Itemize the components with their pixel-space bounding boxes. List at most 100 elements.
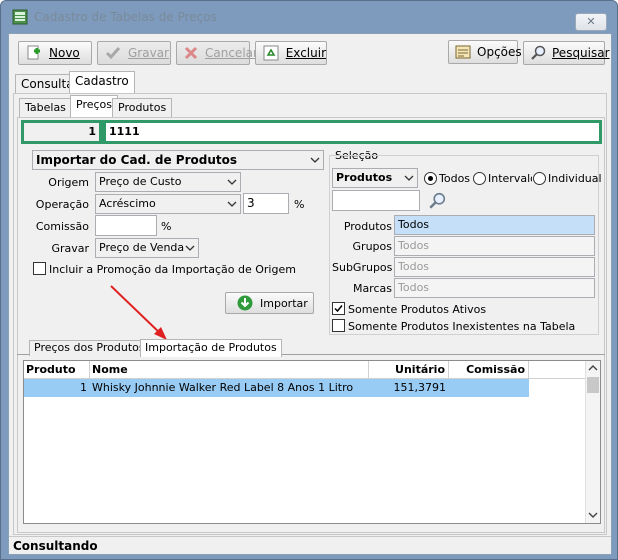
- cell-unitario: 151,3791: [393, 381, 447, 394]
- pesquisar-label: Pesquisar: [552, 46, 610, 60]
- radio-todos-label: Todos: [439, 172, 471, 185]
- header-name: 1111: [106, 123, 599, 141]
- tab-tabelas[interactable]: Tabelas: [19, 98, 72, 118]
- origem-value: Preço de Custo: [99, 175, 182, 188]
- gravar-field-label: Gravar: [51, 242, 89, 255]
- chevron-down-icon[interactable]: [588, 511, 598, 519]
- window-title: Cadastro de Tabelas de Preços: [34, 10, 217, 24]
- somente-inexistentes-checkbox[interactable]: [332, 319, 345, 332]
- gravar-label: Gravar: [128, 46, 169, 60]
- products-grid: Produto Nome Unitário Comissão 1 Whisky …: [23, 360, 601, 524]
- novo-label: Novo: [49, 46, 80, 60]
- tab-cadastro[interactable]: Cadastro: [69, 71, 135, 93]
- marcas-field[interactable]: Todos: [394, 278, 595, 298]
- subgrupos-label: SubGrupos: [332, 261, 393, 274]
- incluir-checkbox[interactable]: [33, 262, 46, 275]
- pesquisar-button[interactable]: Pesquisar: [523, 41, 610, 65]
- download-icon: [236, 294, 254, 312]
- selecao-search-input[interactable]: [332, 190, 420, 211]
- cell-produto: 1: [80, 381, 87, 394]
- cancelar-button[interactable]: Cancelar: [176, 41, 258, 65]
- radio-individual[interactable]: [533, 172, 546, 185]
- selecao-type-select[interactable]: Produtos: [332, 168, 418, 188]
- tab-cadastro-label: Cadastro: [75, 74, 129, 88]
- somente-ativos-checkbox[interactable]: [332, 302, 345, 315]
- import-mode-value: Importar do Cad. de Produtos: [36, 153, 238, 167]
- cell-nome: Whisky Johnnie Walker Red Label 8 Anos 1…: [92, 381, 354, 394]
- chevron-down-icon: [310, 157, 320, 163]
- gravar-select[interactable]: Preço de Venda: [95, 238, 199, 258]
- somente-inexistentes-label: Somente Produtos Inexistentes na Tabela: [348, 320, 576, 333]
- import-mode-select[interactable]: Importar do Cad. de Produtos: [32, 150, 324, 170]
- chevron-up-icon[interactable]: [588, 364, 598, 372]
- header-code: 1: [24, 123, 99, 141]
- col-header-nome[interactable]: Nome: [90, 361, 369, 378]
- tab-consulta-label: Consulta: [21, 77, 74, 91]
- search-icon: [530, 44, 546, 62]
- comissao-label: Comissão: [35, 220, 89, 233]
- chevron-down-icon: [227, 201, 237, 207]
- tab-produtos-label: Produtos: [118, 101, 167, 114]
- annotation-arrow: [110, 285, 167, 340]
- operacao-number-input[interactable]: 3: [243, 193, 289, 214]
- chevron-down-icon: [404, 175, 414, 181]
- col-header-produto[interactable]: Produto: [24, 361, 90, 378]
- radio-todos[interactable]: [424, 172, 437, 185]
- operacao-label: Operação: [35, 198, 89, 211]
- title-bar: Cadastro de Tabelas de Preços ✕: [1, 1, 617, 33]
- origem-select[interactable]: Preço de Custo: [95, 172, 241, 192]
- client-area: Novo Gravar Cancelar Excluir Opções Pesq…: [8, 33, 612, 555]
- vertical-scrollbar[interactable]: [585, 361, 600, 523]
- tab-produtos[interactable]: Produtos: [112, 98, 173, 118]
- header-bar: 1 1111: [21, 120, 602, 144]
- excluir-button[interactable]: Excluir: [255, 41, 327, 65]
- importar-label: Importar: [260, 296, 308, 310]
- tab-importacao-produtos-label: Importação de Produtos: [145, 341, 277, 354]
- col-header-comissao[interactable]: Comissão: [449, 361, 529, 378]
- opcoes-label: Opções: [477, 45, 522, 59]
- percent-label-1: %: [294, 198, 305, 211]
- tab-precos-produtos[interactable]: Preços dos Produtos: [29, 340, 150, 356]
- cancel-icon: [183, 44, 199, 62]
- selecao-type-value: Produtos: [336, 171, 393, 184]
- recycle-icon: [262, 44, 280, 62]
- novo-button[interactable]: Novo: [18, 41, 92, 65]
- options-icon: [455, 43, 471, 61]
- excluir-label: Excluir: [285, 46, 326, 60]
- search-icon[interactable]: [428, 192, 446, 210]
- gravar-value: Preço de Venda: [99, 241, 185, 254]
- subgrupos-field[interactable]: Todos: [394, 257, 595, 277]
- table-row[interactable]: 1 Whisky Johnnie Walker Red Label 8 Anos…: [24, 379, 529, 397]
- chevron-down-icon: [185, 245, 195, 251]
- scrollbar-thumb[interactable]: [587, 377, 599, 393]
- origem-label: Origem: [48, 176, 89, 189]
- status-bar: Consultando: [9, 536, 611, 554]
- produtos-field[interactable]: Todos: [394, 215, 595, 235]
- chevron-down-icon: [227, 179, 237, 185]
- opcoes-button[interactable]: Opções: [448, 40, 522, 64]
- radio-individual-label: Individual: [548, 172, 602, 185]
- incluir-label: Incluir a Promoção da Importação de Orig…: [49, 263, 296, 276]
- marcas-label: Marcas: [352, 282, 392, 295]
- tab-precos-label: Preços: [76, 98, 112, 111]
- add-icon: [25, 44, 43, 62]
- gravar-button[interactable]: Gravar: [97, 41, 171, 65]
- importar-button[interactable]: Importar: [225, 292, 314, 314]
- close-icon: ✕: [586, 15, 596, 28]
- grupos-field[interactable]: Todos: [394, 236, 595, 256]
- check-icon: [104, 44, 122, 62]
- cancelar-label: Cancelar: [205, 46, 258, 60]
- somente-ativos-label: Somente Produtos Ativos: [348, 303, 487, 316]
- close-button[interactable]: ✕: [575, 13, 607, 31]
- tab-importacao-produtos[interactable]: Importação de Produtos: [140, 339, 282, 357]
- percent-label-2: %: [161, 220, 172, 233]
- radio-intervalo[interactable]: [473, 172, 486, 185]
- comissao-input[interactable]: [95, 215, 157, 236]
- tab-precos-produtos-label: Preços dos Produtos: [34, 341, 145, 354]
- tab-precos[interactable]: Preços: [70, 95, 118, 117]
- window: Cadastro de Tabelas de Preços ✕ Novo Gra…: [0, 0, 618, 560]
- operacao-select[interactable]: Acréscimo: [95, 194, 241, 214]
- col-header-unitario[interactable]: Unitário: [369, 361, 449, 378]
- tab-tabelas-label: Tabelas: [25, 101, 66, 114]
- operacao-value: Acréscimo: [99, 197, 156, 210]
